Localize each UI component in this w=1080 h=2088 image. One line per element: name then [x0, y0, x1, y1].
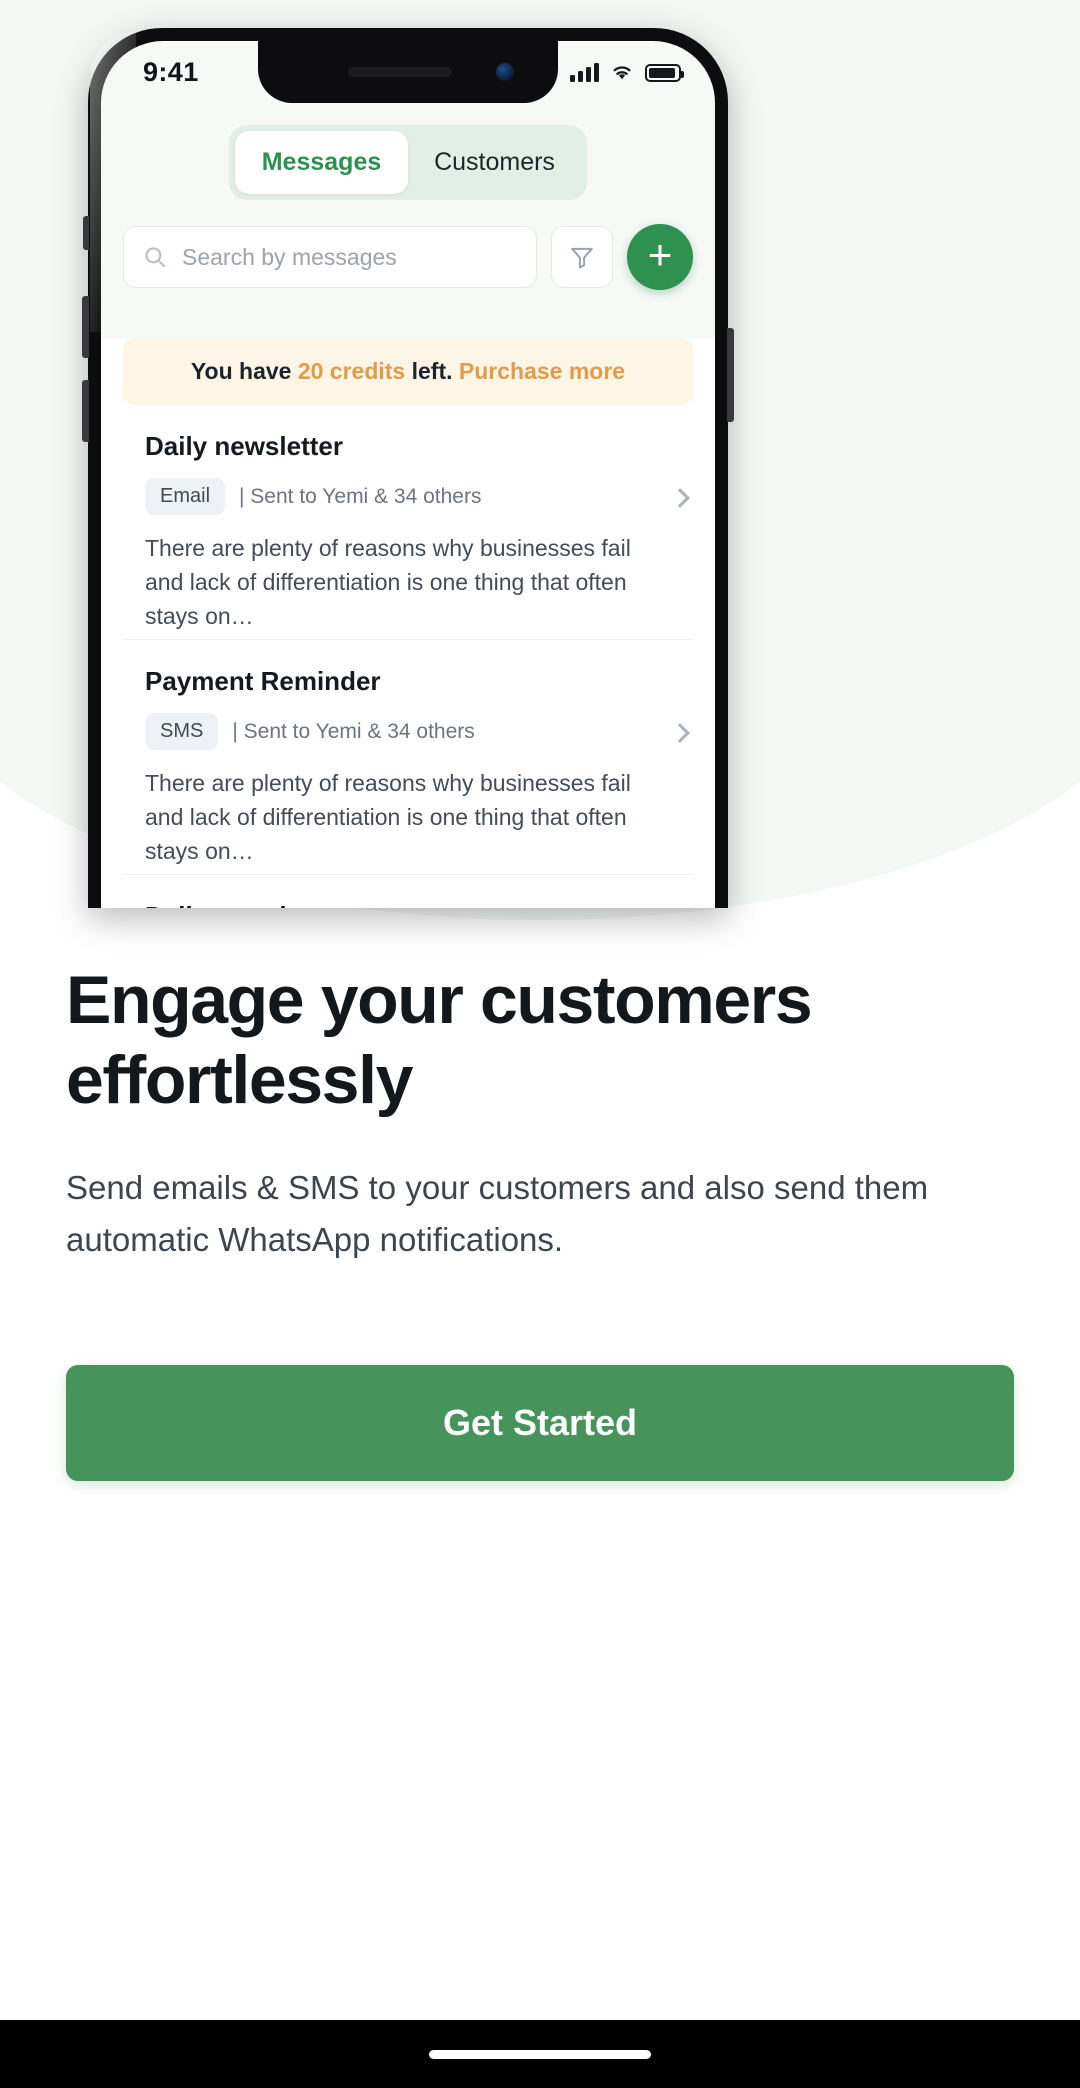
message-row[interactable]: Daily newsletter SMS | Sent to Yemi & 34… [123, 875, 693, 908]
message-meta: Email | Sent to Yemi & 34 others [145, 478, 671, 515]
search-icon [145, 247, 166, 268]
silent-switch [83, 216, 89, 250]
segmented-control: Messages Customers [229, 125, 587, 200]
status-bar-icons [570, 62, 684, 82]
home-indicator-bar [0, 2020, 1080, 2088]
volume-up-button [82, 296, 89, 358]
battery-icon [645, 64, 684, 82]
chevron-right-icon[interactable] [670, 723, 690, 743]
marketing-section: Engage your customers effortlessly Send … [0, 960, 1080, 1482]
phone-screen: 9:41 Messages Customers Search by messag… [101, 41, 715, 908]
page-subtitle: Send emails & SMS to your customers and … [66, 1169, 929, 1258]
credits-middle: left. [405, 358, 459, 384]
message-title: Daily newsletter [145, 431, 343, 461]
purchase-more-link[interactable]: Purchase more [459, 358, 625, 384]
filter-icon [571, 247, 593, 269]
chevron-right-icon[interactable] [670, 488, 690, 508]
search-input[interactable]: Search by messages [123, 226, 537, 288]
phone-mockup: 9:41 Messages Customers Search by messag… [82, 28, 734, 908]
message-row[interactable]: Payment Reminder SMS | Sent to Yemi & 34… [123, 640, 693, 876]
credits-prefix: You have [190, 358, 298, 384]
message-row[interactable]: Daily newsletter Email | Sent to Yemi & … [123, 405, 693, 641]
wifi-icon [613, 66, 631, 80]
message-title: Daily newsletter [145, 901, 671, 908]
message-recipients: | Sent to Yemi & 34 others [239, 484, 482, 508]
page-title: Engage your customers effortlessly [66, 962, 813, 1119]
message-title: Payment Reminder [145, 666, 381, 697]
cellular-signal-icon [570, 62, 599, 82]
volume-down-button [82, 380, 89, 442]
add-message-button[interactable]: + [627, 224, 693, 290]
messages-list: You have 20 credits left. Purchase more … [101, 338, 715, 908]
message-preview: There are plenty of reasons why business… [145, 770, 631, 865]
channel-chip: Email [145, 478, 226, 515]
credits-banner[interactable]: You have 20 credits left. Purchase more [123, 338, 693, 405]
status-bar-time: 9:41 [143, 56, 199, 87]
tab-bar: Messages Customers [101, 103, 715, 200]
message-meta: SMS | Sent to Yemi & 34 others [145, 713, 671, 751]
channel-chip: SMS [145, 713, 219, 751]
home-indicator[interactable] [429, 2049, 651, 2059]
credits-amount: 20 credits [297, 358, 406, 384]
status-bar: 9:41 [101, 41, 715, 103]
message-preview: There are plenty of reasons why business… [145, 535, 631, 630]
message-recipients: | Sent to Yemi & 34 others [232, 719, 475, 743]
search-placeholder: Search by messages [182, 243, 397, 270]
plus-icon: + [647, 231, 673, 278]
get-started-button[interactable]: Get Started [66, 1365, 1014, 1482]
filter-button[interactable] [551, 226, 613, 288]
search-row: Search by messages + [101, 200, 715, 312]
tab-customers[interactable]: Customers [408, 131, 581, 194]
power-button [727, 328, 734, 422]
tab-messages[interactable]: Messages [235, 131, 408, 194]
